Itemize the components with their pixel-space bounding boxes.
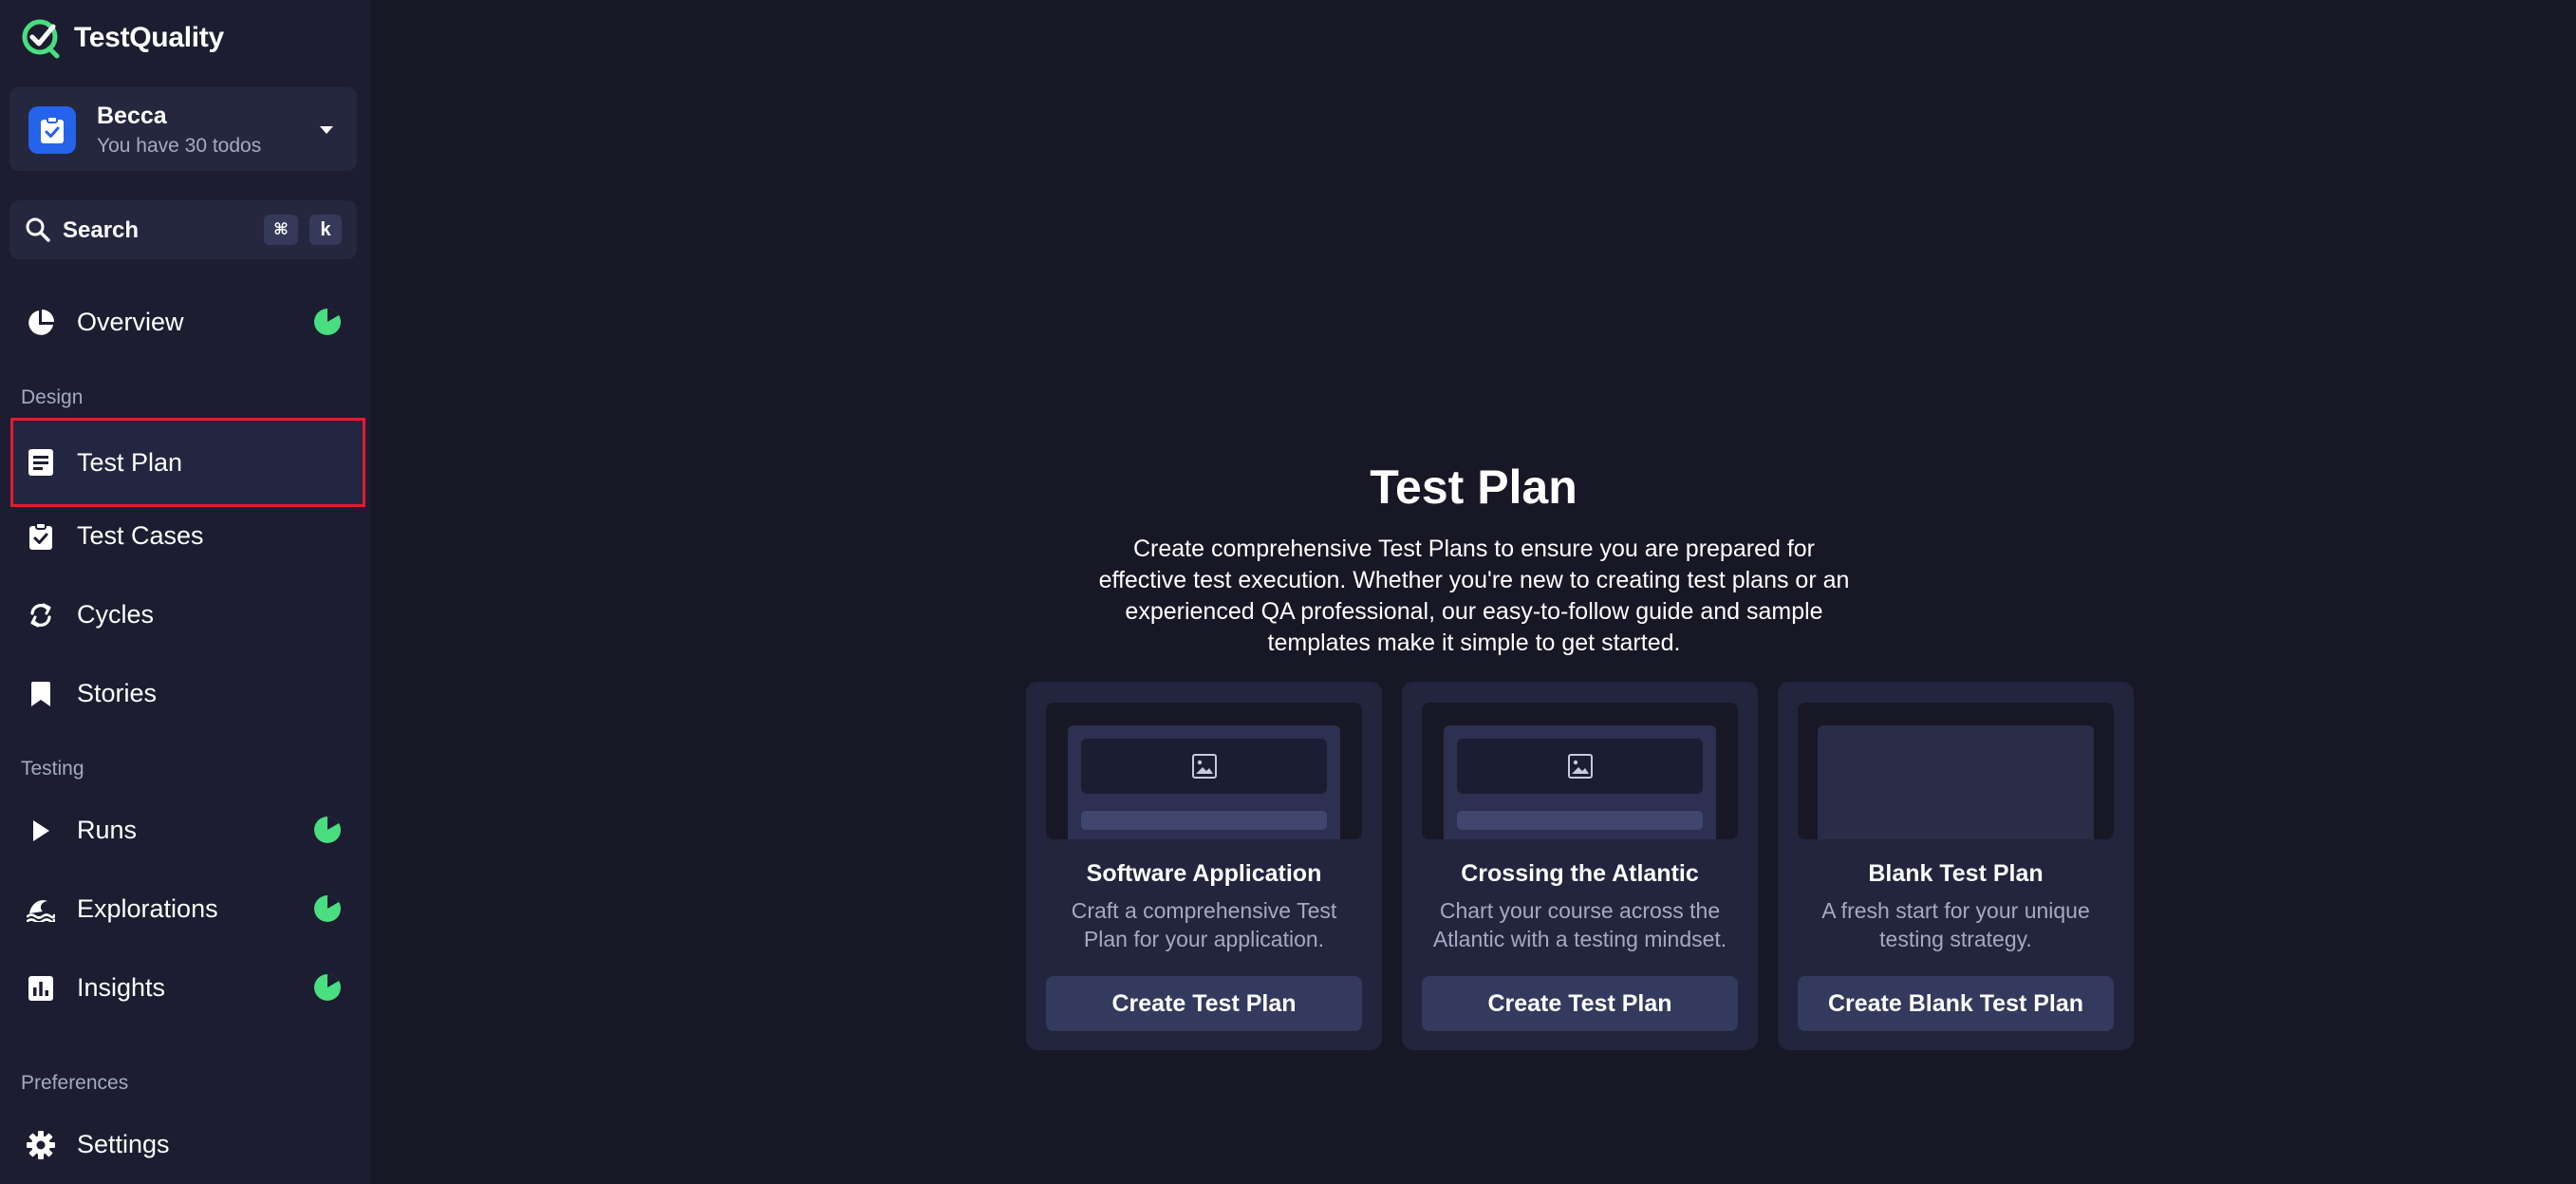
template-preview [1798, 703, 2114, 839]
card-description: Craft a comprehensive Test Plan for your… [1071, 898, 1337, 951]
search-icon [26, 217, 50, 242]
sidebar-item-label: Insights [77, 972, 166, 1002]
sidebar-item-stories[interactable]: Stories [13, 655, 363, 731]
template-preview [1046, 703, 1362, 839]
page-title: Test Plan [1370, 460, 1577, 514]
sidebar-item-label: Overview [77, 307, 184, 336]
create-blank-test-plan-button[interactable]: Create Blank Test Plan [1798, 976, 2114, 1031]
sidebar-item-label: Explorations [77, 893, 218, 923]
preview-frame [1818, 725, 2094, 839]
preview-image [1457, 739, 1703, 794]
card-title: Software Application [1086, 860, 1322, 887]
sidebar-item-insights[interactable]: Insights [13, 949, 363, 1025]
app-logo[interactable]: TestQuality [21, 17, 224, 59]
sidebar-item-settings[interactable]: Settings [13, 1106, 363, 1182]
testquality-logo-icon [22, 19, 60, 59]
create-test-plan-button[interactable]: Create Test Plan [1046, 976, 1362, 1031]
preview-frame [1444, 725, 1716, 839]
card-description: Chart your course across the Atlantic wi… [1432, 898, 1727, 951]
user-switcher[interactable]: Becca You have 30 todos [9, 87, 357, 171]
shortcut-key: k [309, 215, 342, 245]
sidebar-item-runs[interactable]: Runs [13, 792, 363, 868]
image-icon [1191, 754, 1217, 779]
sidebar-item-cycles[interactable]: Cycles [13, 576, 363, 652]
bookmark-icon [27, 680, 55, 708]
sidebar-item-label: Settings [77, 1129, 170, 1158]
preview-image [1081, 739, 1327, 794]
search-label: Search [63, 217, 140, 243]
app-name: TestQuality [74, 22, 224, 53]
template-card-crossing-the-atlantic: Crossing the Atlantic Chart your course … [1402, 682, 1758, 1050]
sidebar: TestQuality Becca You have 30 todos Sear… [0, 0, 371, 1184]
template-card-blank-test-plan: Blank Test Plan A fresh start for your u… [1778, 682, 2134, 1050]
card-title: Blank Test Plan [1868, 860, 2044, 887]
preview-bar [1457, 811, 1703, 830]
section-label-preferences: Preferences [21, 1072, 129, 1094]
section-label-testing: Testing [21, 758, 84, 780]
wave-icon [27, 895, 55, 924]
pie-progress-icon [314, 309, 341, 335]
sidebar-item-test-cases[interactable]: Test Cases [13, 498, 363, 573]
template-card-software-application: Software Application Craft a comprehensi… [1026, 682, 1382, 1050]
image-icon [1567, 754, 1593, 779]
preview-frame [1068, 725, 1340, 839]
clipboard-check-icon [41, 116, 64, 143]
page-description: Create comprehensive Test Plans to ensur… [1098, 536, 1850, 656]
avatar [28, 106, 76, 154]
pie-progress-icon [314, 974, 341, 1001]
gear-icon [27, 1131, 55, 1159]
main-content: Test Plan Create comprehensive Test Plan… [371, 0, 2576, 1184]
user-name: Becca [97, 103, 167, 129]
sidebar-item-label: Cycles [77, 599, 155, 629]
sidebar-item-explorations[interactable]: Explorations [13, 871, 363, 947]
search-button[interactable]: Search ⌘ k [9, 200, 357, 259]
shortcut-mod-key: ⌘ [264, 215, 298, 245]
caret-down-icon[interactable] [319, 125, 334, 135]
preview-bar [1081, 811, 1327, 830]
bar-chart-icon [27, 974, 55, 1003]
clipboard-check-icon [27, 522, 55, 551]
pie-progress-icon [314, 895, 341, 922]
sidebar-item-label: Test Plan [77, 447, 183, 477]
create-test-plan-button[interactable]: Create Test Plan [1422, 976, 1738, 1031]
pie-chart-icon [27, 309, 55, 337]
pie-progress-icon [314, 817, 341, 843]
section-label-design: Design [21, 386, 84, 408]
user-todo-count: You have 30 todos [97, 135, 262, 157]
sidebar-item-label: Runs [77, 815, 138, 844]
sidebar-item-overview[interactable]: Overview [13, 284, 363, 360]
document-icon [27, 448, 55, 477]
sidebar-item-test-plan[interactable]: Test Plan [10, 418, 365, 507]
template-preview [1422, 703, 1738, 839]
refresh-icon [27, 601, 55, 630]
play-icon [27, 817, 55, 845]
card-title: Crossing the Atlantic [1461, 860, 1699, 887]
sidebar-item-label: Stories [77, 678, 158, 707]
sidebar-item-label: Test Cases [77, 520, 204, 550]
card-description: A fresh start for your unique testing st… [1821, 898, 2090, 951]
